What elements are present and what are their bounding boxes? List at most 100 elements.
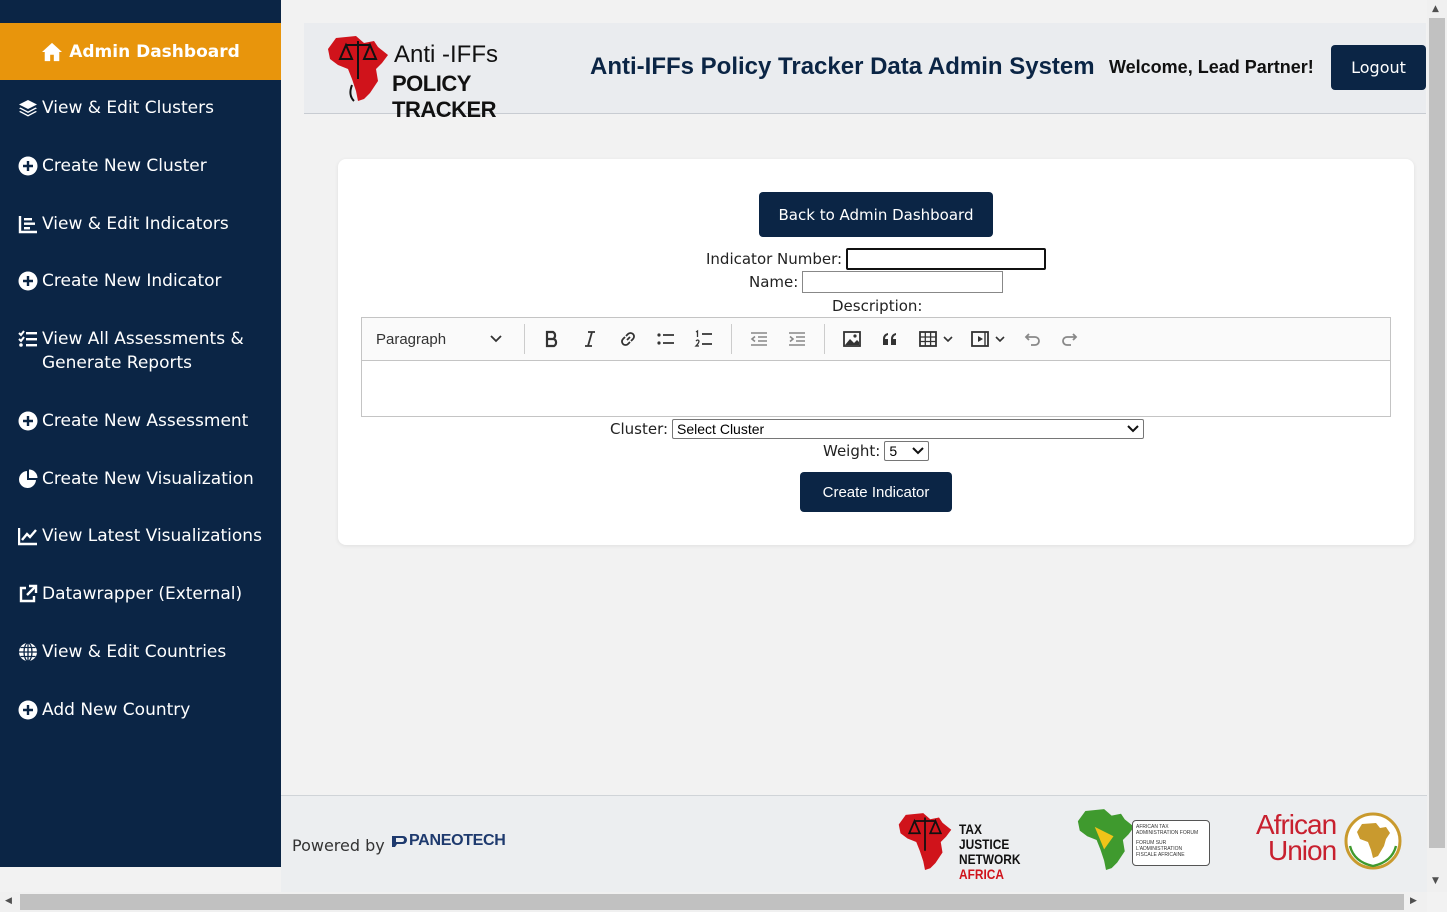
plus-circle-icon [17,410,39,432]
au-line2: Union [1268,835,1337,866]
indicator-number-row: Indicator Number: [706,248,1047,270]
admin-dashboard-button[interactable]: Admin Dashboard [0,23,281,80]
paneotech-mark-icon [392,835,407,847]
weight-select-value: 5 [889,443,898,459]
indent-icon [789,332,805,346]
external-link-icon [17,583,39,605]
toolbar-divider [731,324,732,354]
sidebar: Admin Dashboard View & Edit Clusters Cre… [0,0,281,867]
tjn-line3: AFRICA [959,866,1004,882]
numbered-list-button[interactable] [685,324,723,354]
pie-chart-icon [17,468,39,490]
sidebar-item-datawrapper[interactable]: Datawrapper (External) [0,582,281,640]
line-chart-icon [17,525,39,547]
sidebar-item-view-edit-indicators[interactable]: View & Edit Indicators [0,212,281,269]
home-icon [42,42,63,61]
indicator-number-label: Indicator Number: [706,250,843,268]
plus-circle-icon [17,699,39,721]
africa-map-icon [898,813,952,870]
insert-image-button[interactable] [833,324,871,354]
sidebar-item-create-assessment[interactable]: Create New Assessment [0,409,281,467]
page-title: Anti-IFFs Policy Tracker Data Admin Syst… [590,53,1095,80]
plus-circle-icon [17,270,39,292]
horizontal-scrollbar[interactable]: ◀ ▶ [0,892,1427,912]
sidebar-item-view-edit-clusters[interactable]: View & Edit Clusters [0,96,281,154]
tjn-line2: NETWORK [959,851,1021,867]
cluster-select-value: Select Cluster [677,421,765,437]
create-indicator-button[interactable]: Create Indicator [800,472,952,512]
scroll-down-arrow-icon[interactable]: ▼ [1432,876,1439,886]
description-label: Description: [832,297,923,315]
sidebar-item-view-edit-countries[interactable]: View & Edit Countries [0,640,281,698]
scroll-right-arrow-icon[interactable]: ▶ [1410,896,1417,906]
african-tax-administration-forum-logo[interactable]: AFRICAN TAX ADMINISTRATION FORUM FORUM S… [1076,808,1216,874]
name-label: Name: [749,273,799,291]
sidebar-item-latest-visualizations[interactable]: View Latest Visualizations [0,524,281,582]
cluster-select[interactable]: Select Cluster [672,419,1145,439]
undo-button[interactable] [1013,324,1051,354]
atf-line5: FISCALE AFRICAINE [1136,852,1185,858]
redo-button[interactable] [1051,324,1089,354]
scroll-left-arrow-icon[interactable]: ◀ [5,896,12,906]
chevron-down-icon [490,335,502,343]
bold-button[interactable] [533,324,571,354]
sidebar-item-create-indicator[interactable]: Create New Indicator [0,269,281,327]
weight-select[interactable]: 5 [884,441,930,461]
list-chart-icon [17,213,39,235]
paneotech-text: PANEOTECH [409,832,506,849]
paragraph-format-dropdown[interactable]: Paragraph [376,331,516,348]
sidebar-item-label: Create New Visualization [42,469,254,489]
table-icon [918,331,937,347]
link-button[interactable] [609,324,647,354]
sidebar-item-label: Datawrapper (External) [42,584,243,604]
insert-table-button[interactable] [909,324,961,354]
indent-button[interactable] [778,324,816,354]
weight-label: Weight: [823,442,881,460]
editor-toolbar: Paragraph [362,318,1390,361]
sidebar-item-label: View & Edit Countries [42,642,227,662]
africa-green-map-icon [1077,809,1135,870]
welcome-message: Welcome, Lead Partner! [1109,57,1314,77]
outdent-button[interactable] [740,324,778,354]
anti-iffs-logo[interactable]: Anti -IFFs POLICY TRACKER [326,35,566,122]
image-icon [843,331,861,347]
vertical-scrollbar[interactable]: ▲ ▼ [1427,0,1447,892]
paragraph-format-label: Paragraph [376,330,447,348]
bold-icon [545,330,558,348]
horizontal-scroll-thumb[interactable] [20,894,1404,910]
african-union-logo[interactable]: African Union [1256,810,1406,872]
description-row: Description: [832,297,922,315]
sidebar-item-add-country[interactable]: Add New Country [0,698,281,756]
african-union-emblem-icon [1344,812,1402,870]
vertical-scroll-thumb[interactable] [1429,18,1445,848]
weight-row: Weight: 5 [823,441,930,461]
back-to-dashboard-button[interactable]: Back to Admin Dashboard [759,192,993,237]
numbered-list-icon [694,329,712,347]
bulleted-list-button[interactable] [647,324,685,354]
sidebar-item-view-assessments[interactable]: View All Assessments & Generate Reports [0,327,281,409]
logout-button[interactable]: Logout [1331,45,1426,90]
globe-icon [17,641,39,663]
tax-justice-network-logo[interactable]: TAX JUSTICE NETWORK AFRICA [897,812,1037,882]
sidebar-item-label: View Latest Visualizations [42,526,262,546]
cluster-label: Cluster: [610,420,669,438]
paneotech-logo[interactable]: PANEOTECH [391,832,506,850]
sidebar-item-create-visualization[interactable]: Create New Visualization [0,467,281,524]
italic-button[interactable] [571,324,609,354]
sidebar-item-create-cluster[interactable]: Create New Cluster [0,154,281,212]
italic-icon [585,331,595,347]
scroll-up-arrow-icon[interactable]: ▲ [1432,4,1439,14]
admin-dashboard-label: Admin Dashboard [69,41,240,62]
name-input[interactable] [802,271,1004,293]
blockquote-button[interactable] [871,324,909,354]
chevron-down-icon [994,336,1005,342]
insert-media-button[interactable] [961,324,1013,354]
tjn-line1: TAX JUSTICE [959,821,1010,852]
logo-line2: POLICY TRACKER [392,71,497,122]
redo-icon [1062,333,1078,346]
layers-icon [17,97,39,119]
indicator-number-input[interactable] [846,248,1047,270]
logo-line1: Anti -IFFs [394,41,499,68]
editor-content-area[interactable] [362,361,1390,416]
sidebar-item-label: View & Edit Clusters [42,98,214,118]
